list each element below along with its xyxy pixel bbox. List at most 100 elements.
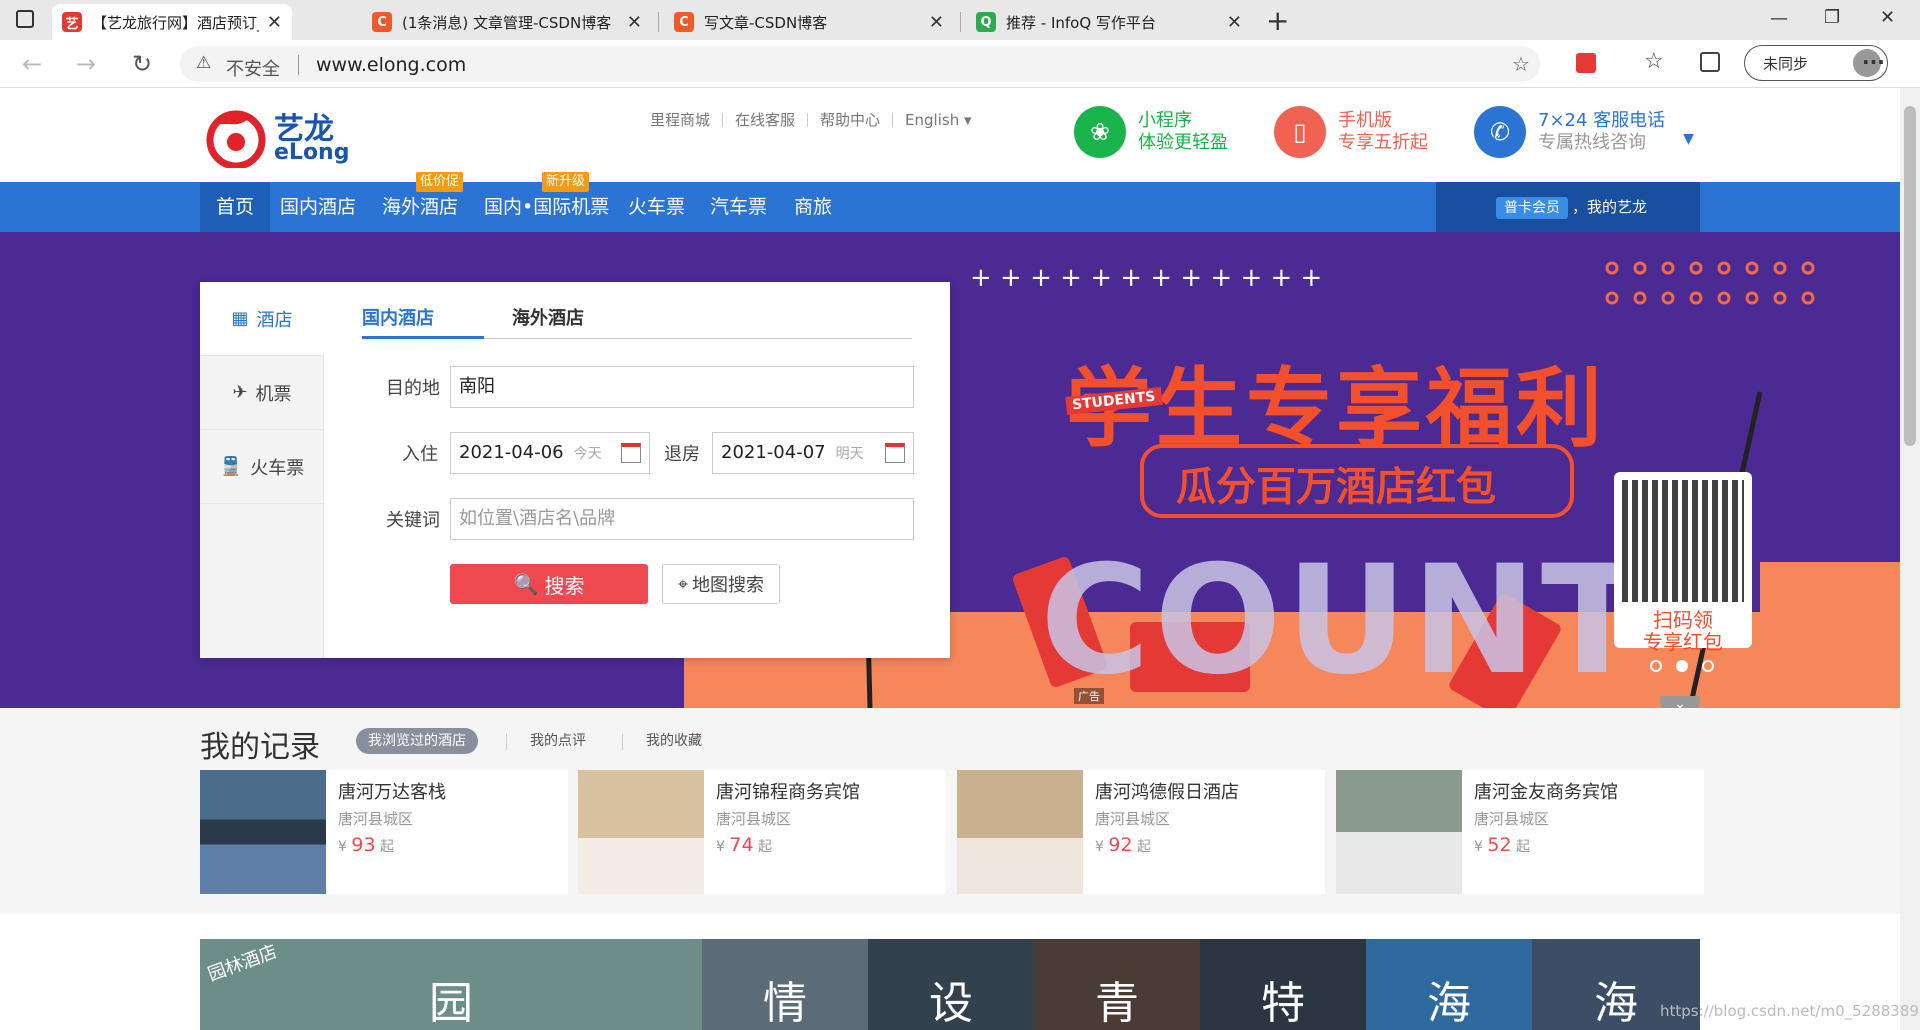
destination-input[interactable]: 南阳 <box>450 366 914 408</box>
address-bar-row: ← → ↻ ⚠ 不安全 www.elong.com ☆ ☆ 未同步 ··· <box>0 40 1920 88</box>
security-status[interactable]: 不安全 <box>226 55 280 81</box>
qr-card[interactable]: 扫码领 专享红包 <box>1614 472 1752 654</box>
tab-close-icon[interactable]: ✕ <box>929 12 944 33</box>
close-window-button[interactable]: ✕ <box>1880 7 1895 28</box>
checkout-value: 2021-04-07 <box>721 442 826 463</box>
promo-mobile[interactable]: ▯ 手机版 专享五折起 <box>1274 106 1428 158</box>
nav-bus[interactable]: 汽车票 <box>710 182 767 232</box>
ad-label: 广告 <box>1074 688 1104 704</box>
theme-seaside[interactable]: 海 <box>1366 939 1532 1030</box>
tab-browsed-hotels[interactable]: 我浏览过的酒店 <box>356 728 478 754</box>
url-text[interactable]: www.elong.com <box>316 54 466 76</box>
member-area[interactable]: 普卡会员 ，我的艺龙 <box>1436 182 1700 232</box>
infoq-favicon-icon: Q <box>976 12 996 32</box>
theme-label: 青 <box>1095 978 1139 1029</box>
search-button[interactable]: 🔍 搜索 <box>450 564 648 604</box>
favorite-add-icon[interactable]: ☆ <box>1512 52 1530 76</box>
hotel-card[interactable]: 唐河锦程商务宾馆 唐河县城区 ¥ 74 起 <box>578 770 946 894</box>
tab-flight[interactable]: ✈ 机票 <box>200 356 324 430</box>
hotel-card[interactable]: 唐河鸿德假日酒店 唐河县城区 ¥ 92 起 <box>957 770 1325 894</box>
carousel-dot-1[interactable] <box>1650 660 1662 672</box>
banner-collapse-icon[interactable]: ⌄ <box>1660 696 1700 708</box>
carousel-dot-3[interactable] <box>1702 660 1714 672</box>
calendar-icon[interactable] <box>621 443 641 463</box>
link-help-center[interactable]: 帮助中心 <box>807 113 892 128</box>
promo-title: 手机版 <box>1338 110 1392 131</box>
destination-label: 目的地 <box>386 378 440 399</box>
reload-icon[interactable]: ↻ <box>132 50 152 78</box>
checkout-date-input[interactable]: 2021-04-07 明天 <box>712 432 914 474</box>
phone-icon: ✆ <box>1474 106 1526 158</box>
hotel-price: ¥ 52 起 <box>1474 834 1531 856</box>
tab-my-favorites[interactable]: 我的收藏 <box>646 728 702 754</box>
carousel-dot-2[interactable] <box>1676 660 1688 672</box>
tab-overseas-hotel[interactable]: 海外酒店 <box>512 304 584 330</box>
theme-design[interactable]: 设 <box>868 939 1034 1030</box>
hotel-name[interactable]: 唐河锦程商务宾馆 <box>716 778 860 804</box>
checkin-date-input[interactable]: 2021-04-06 今天 <box>450 432 650 474</box>
theme-special[interactable]: 特 <box>1200 939 1366 1030</box>
mini-program-icon: ❀ <box>1074 106 1126 158</box>
tab-hotel[interactable]: ▦ 酒店 <box>200 282 324 356</box>
hotel-area: 唐河县城区 <box>1474 810 1550 828</box>
tab-actions-icon[interactable] <box>16 10 34 28</box>
warning-icon[interactable]: ⚠ <box>196 53 211 73</box>
nav-train[interactable]: 火车票 <box>628 182 685 232</box>
tab-close-icon[interactable]: ✕ <box>1227 12 1242 33</box>
nav-business[interactable]: 商旅 <box>794 182 832 232</box>
browser-tab-csdn-manage[interactable]: C (1条消息) 文章管理-CSDN博客 ✕ <box>362 4 652 40</box>
collections-icon[interactable] <box>1700 52 1720 72</box>
hotel-name[interactable]: 唐河万达客栈 <box>338 778 446 804</box>
hotel-photo[interactable] <box>1336 770 1462 894</box>
hotel-photo[interactable] <box>957 770 1083 894</box>
tab-close-icon[interactable]: ✕ <box>627 12 642 33</box>
tab-train[interactable]: 🚆 火车票 <box>200 430 324 504</box>
map-search-button[interactable]: ⌖ 地图搜索 <box>662 564 780 604</box>
promo-hotline[interactable]: ✆ 7×24 客服电话 专属热线咨询 ▼ <box>1474 106 1694 158</box>
favorites-icon[interactable]: ☆ <box>1644 49 1664 74</box>
chevron-down-icon[interactable]: ▼ <box>1683 131 1694 147</box>
nav-domestic-hotel[interactable]: 国内酒店 <box>280 182 356 232</box>
forward-icon[interactable]: → <box>76 50 96 78</box>
keyword-input[interactable]: 如位置\酒店名\品牌 <box>450 498 914 540</box>
hotel-card[interactable]: 唐河万达客栈 唐河县城区 ¥ 93 起 <box>200 770 568 894</box>
more-menu-icon[interactable]: ··· <box>1862 50 1885 74</box>
csdn-watermark: https://blog.csdn.net/m0_52883898 <box>1660 1002 1920 1020</box>
browser-tab-elong[interactable]: 艺 【艺龙旅行网】酒店预订_机票查 ✕ <box>52 4 292 40</box>
theme-youth[interactable]: 青 <box>1034 939 1200 1030</box>
nav-home[interactable]: 首页 <box>200 182 271 232</box>
top-links: 里程商城 在线客服 帮助中心 English ▾ <box>638 113 984 128</box>
hotel-card[interactable]: 唐河金友商务宾馆 唐河县城区 ¥ 52 起 <box>1336 770 1704 894</box>
promo-title: 7×24 客服电话 <box>1538 110 1666 131</box>
new-tab-button[interactable]: + <box>1266 4 1289 37</box>
tab-domestic-hotel[interactable]: 国内酒店 <box>362 304 434 330</box>
browser-tab-csdn-write[interactable]: C 写文章-CSDN博客 ✕ <box>664 4 954 40</box>
extension-icon[interactable] <box>1576 53 1596 73</box>
hotel-area: 唐河县城区 <box>338 810 414 828</box>
svg-text:+ + + + + + + + + + + +: + + + + + + + + + + + + <box>970 263 1322 293</box>
tab-title: 【艺龙旅行网】酒店预订_机票查 <box>92 13 259 32</box>
link-english[interactable]: English ▾ <box>892 113 983 128</box>
theme-romance[interactable]: 情 <box>702 939 868 1030</box>
my-elong-link[interactable]: ，我的艺龙 <box>1572 198 1647 216</box>
records-title: 我的记录 <box>200 730 320 765</box>
restore-button[interactable]: ❐ <box>1824 7 1840 28</box>
url-box[interactable]: ⚠ 不安全 www.elong.com ☆ <box>180 46 1540 82</box>
promo-subtitle: 专属热线咨询 <box>1538 132 1646 153</box>
hotel-photo[interactable] <box>200 770 326 894</box>
theme-hotels-strip: 园 园林酒店 情 设 青 特 海 海 <box>200 939 1700 1030</box>
browser-tab-infoq[interactable]: Q 推荐 - InfoQ 写作平台 ✕ <box>966 4 1252 40</box>
hotel-photo[interactable] <box>578 770 704 894</box>
link-mileage-mall[interactable]: 里程商城 <box>638 113 722 128</box>
page-scrollbar[interactable] <box>1900 88 1920 1030</box>
link-online-service[interactable]: 在线客服 <box>722 113 807 128</box>
minimize-button[interactable]: — <box>1770 8 1788 29</box>
hotel-name[interactable]: 唐河鸿德假日酒店 <box>1095 778 1239 804</box>
back-icon[interactable]: ← <box>22 50 42 78</box>
elong-logo[interactable]: 艺龙 eLong <box>200 104 350 170</box>
tab-close-icon[interactable]: ✕ <box>267 12 282 33</box>
promo-mini-program[interactable]: ❀ 小程序 体验更轻盈 <box>1074 106 1228 158</box>
hotel-name[interactable]: 唐河金友商务宾馆 <box>1474 778 1618 804</box>
calendar-icon[interactable] <box>885 443 905 463</box>
tab-my-reviews[interactable]: 我的点评 <box>530 728 586 754</box>
